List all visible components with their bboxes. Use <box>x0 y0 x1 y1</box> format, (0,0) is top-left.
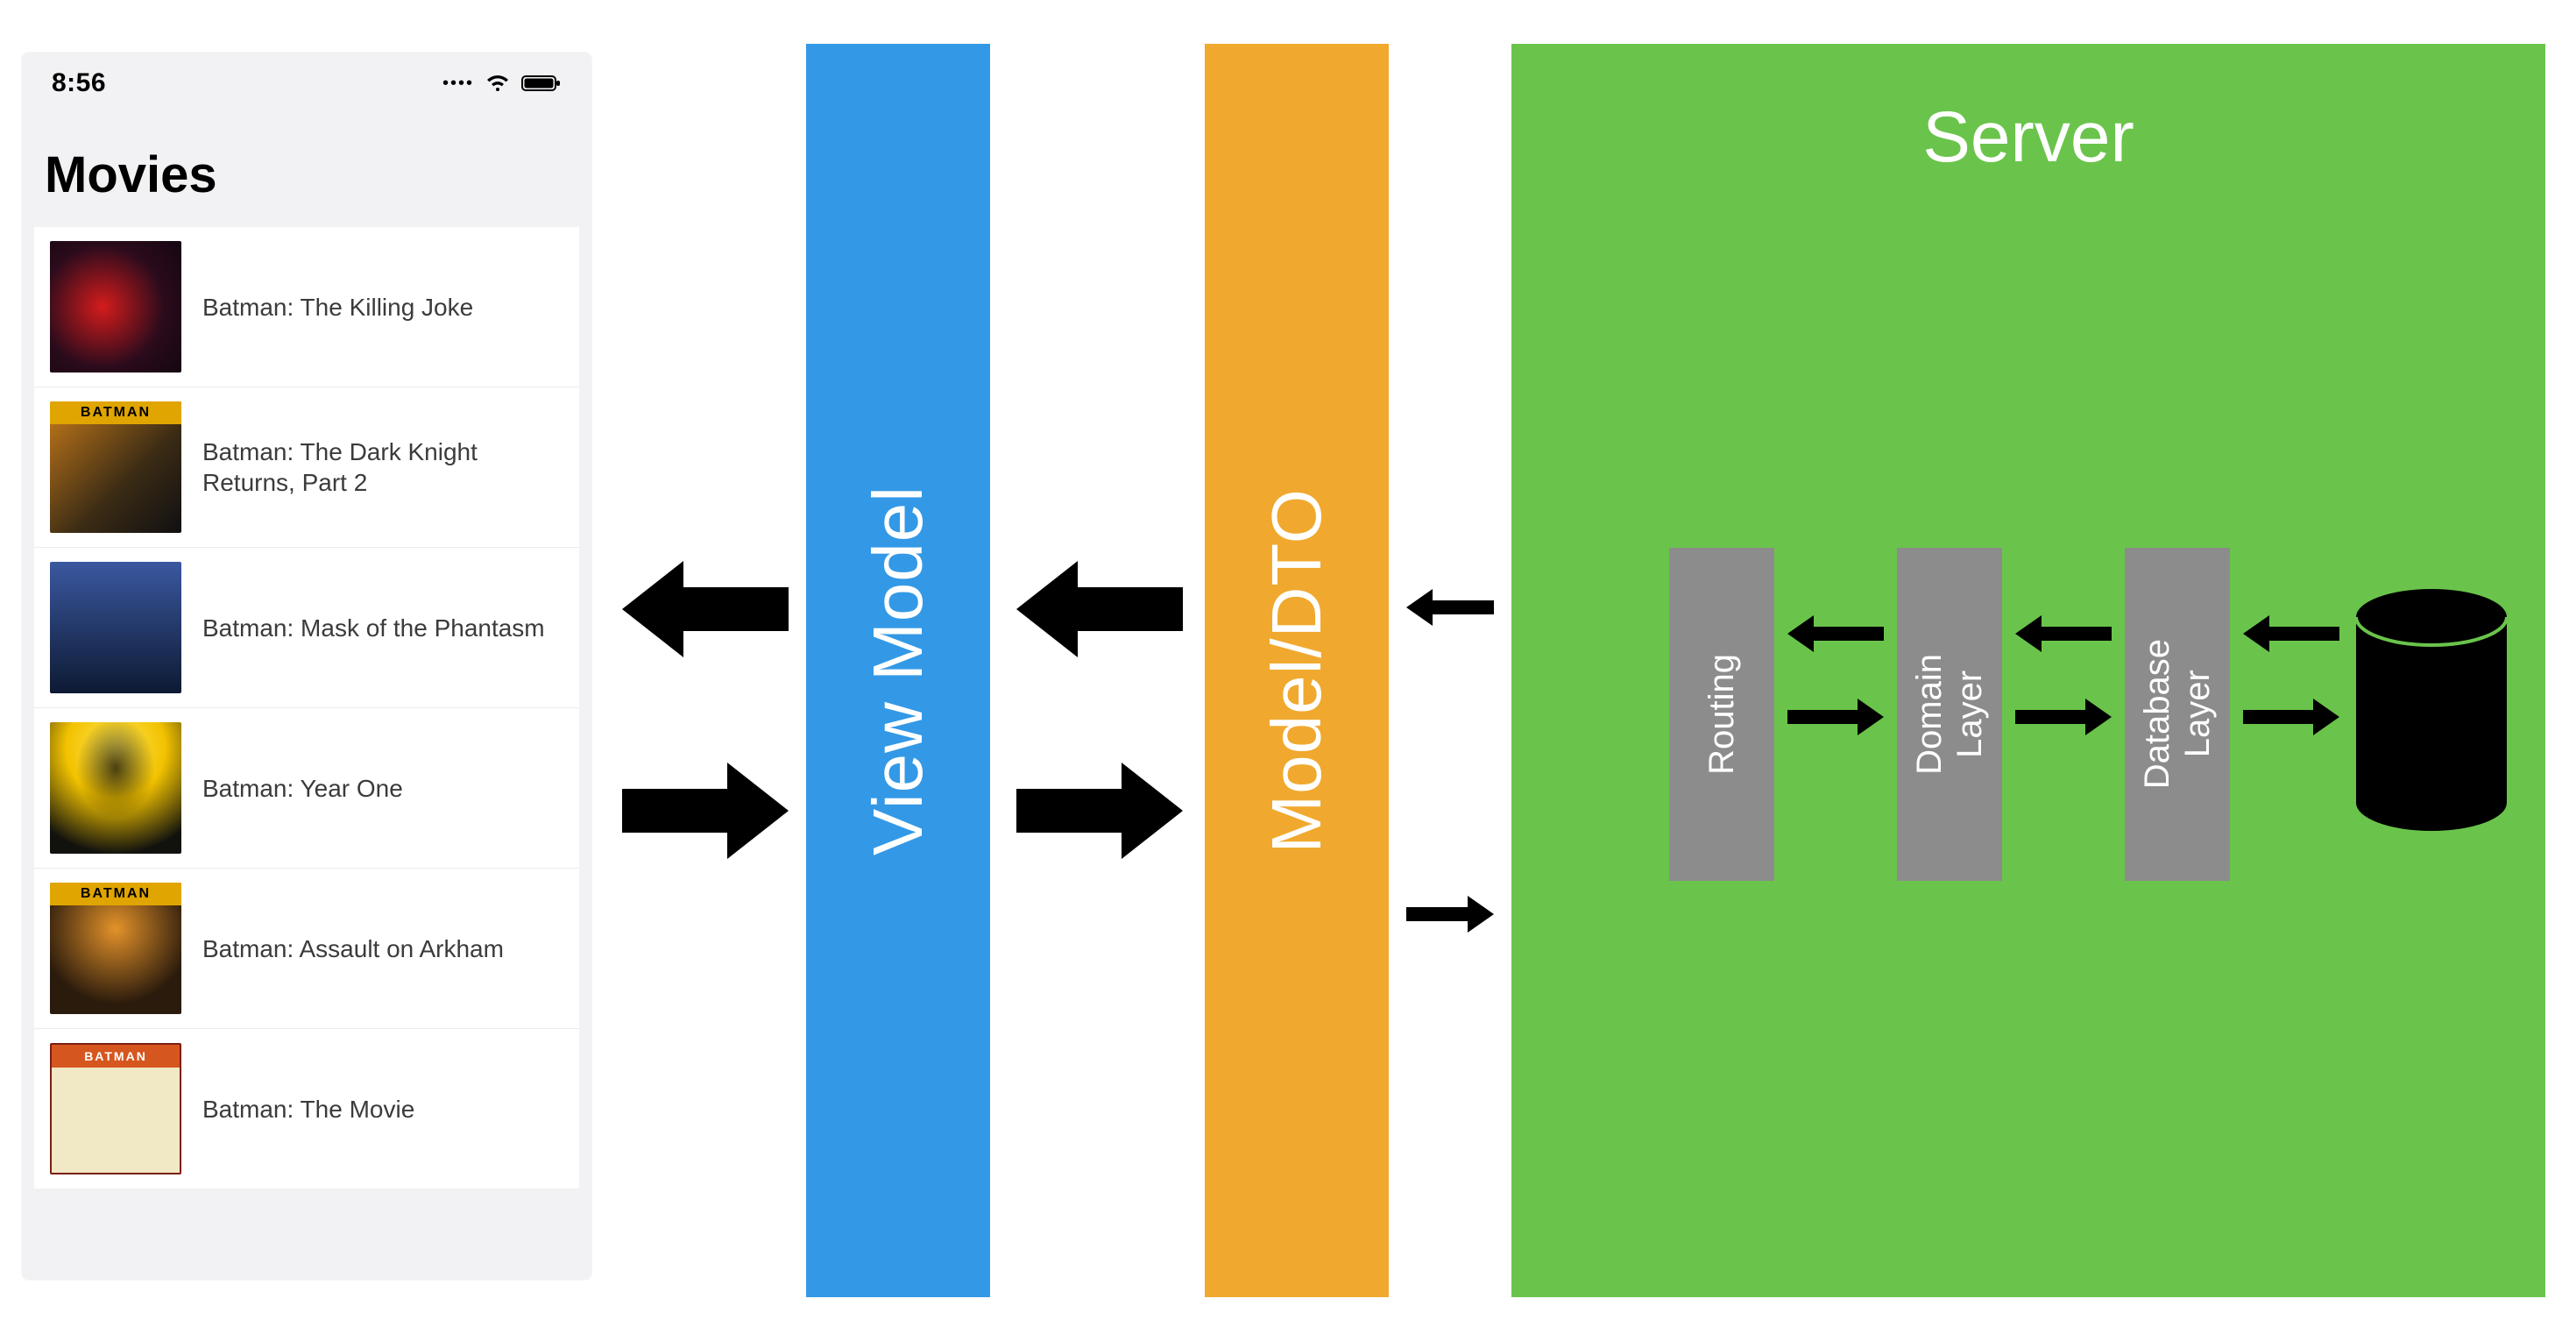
server-title: Server <box>1511 96 2545 179</box>
model-dto-label: Model/DTO <box>1256 488 1337 854</box>
poster-badge: BATMAN <box>50 401 181 424</box>
routing-label: Routing <box>1702 654 1742 775</box>
movie-title: Batman: The Killing Joke <box>202 292 473 323</box>
arrow-left-icon <box>1016 561 1183 657</box>
database-layer: DatabaseLayer <box>2125 548 2230 881</box>
cellular-signal-icon: •••• <box>442 74 474 94</box>
list-item[interactable]: BATMAN Batman: The Dark Knight Returns, … <box>34 387 579 548</box>
arrow-right-icon <box>1406 894 1494 934</box>
view-model-pillar: View Model <box>806 44 990 1297</box>
movie-poster <box>50 722 181 854</box>
arrow-right-icon <box>2243 697 2339 737</box>
list-item[interactable]: Batman: The Killing Joke <box>34 227 579 387</box>
movie-title: Batman: Year One <box>202 773 403 804</box>
movie-title: Batman: Assault on Arkham <box>202 933 504 964</box>
poster-badge: BATMAN <box>52 1045 180 1068</box>
battery-icon <box>521 74 562 93</box>
list-item[interactable]: BATMAN Batman: The Movie <box>34 1029 579 1189</box>
model-dto-pillar: Model/DTO <box>1205 44 1389 1297</box>
movie-title: Batman: The Dark Knight Returns, Part 2 <box>202 436 563 498</box>
wifi-icon <box>485 74 511 93</box>
server-block: Server Routing DomainLayer DatabaseLayer <box>1511 44 2545 1297</box>
arrow-left-icon <box>2015 614 2112 654</box>
movie-title: Batman: The Movie <box>202 1094 414 1125</box>
architecture-diagram: 8:56 •••• Movies Batman: The Killing Jok… <box>0 0 2576 1334</box>
arrow-left-icon <box>2243 614 2339 654</box>
status-time: 8:56 <box>52 68 106 98</box>
movie-list: Batman: The Killing Joke BATMAN Batman: … <box>34 227 579 1189</box>
phone-mock: 8:56 •••• Movies Batman: The Killing Jok… <box>22 53 591 1280</box>
arrow-left-icon <box>622 561 789 657</box>
list-item[interactable]: Batman: Year One <box>34 708 579 869</box>
arrow-right-icon <box>1787 697 1884 737</box>
status-bar: 8:56 •••• <box>22 53 591 102</box>
movie-poster: BATMAN <box>50 401 181 533</box>
arrow-left-icon <box>1787 614 1884 654</box>
page-title: Movies <box>22 102 591 227</box>
movie-title: Batman: Mask of the Phantasm <box>202 613 545 643</box>
list-item[interactable]: BATMAN Batman: Assault on Arkham <box>34 869 579 1029</box>
routing-layer: Routing <box>1669 548 1774 881</box>
status-icons: •••• <box>442 74 562 94</box>
arrow-right-icon <box>1016 763 1183 859</box>
movie-poster <box>50 241 181 373</box>
arrow-left-icon <box>1406 587 1494 628</box>
database-icon <box>2353 587 2510 833</box>
poster-badge: BATMAN <box>50 883 181 905</box>
list-item[interactable]: Batman: Mask of the Phantasm <box>34 548 579 708</box>
domain-label: DomainLayer <box>1909 654 1990 775</box>
view-model-label: View Model <box>858 486 938 855</box>
database-label: DatabaseLayer <box>2137 639 2218 789</box>
movie-poster: BATMAN <box>50 1043 181 1174</box>
arrow-right-icon <box>2015 697 2112 737</box>
arrow-right-icon <box>622 763 789 859</box>
movie-poster: BATMAN <box>50 883 181 1014</box>
domain-layer: DomainLayer <box>1897 548 2002 881</box>
movie-poster <box>50 562 181 693</box>
